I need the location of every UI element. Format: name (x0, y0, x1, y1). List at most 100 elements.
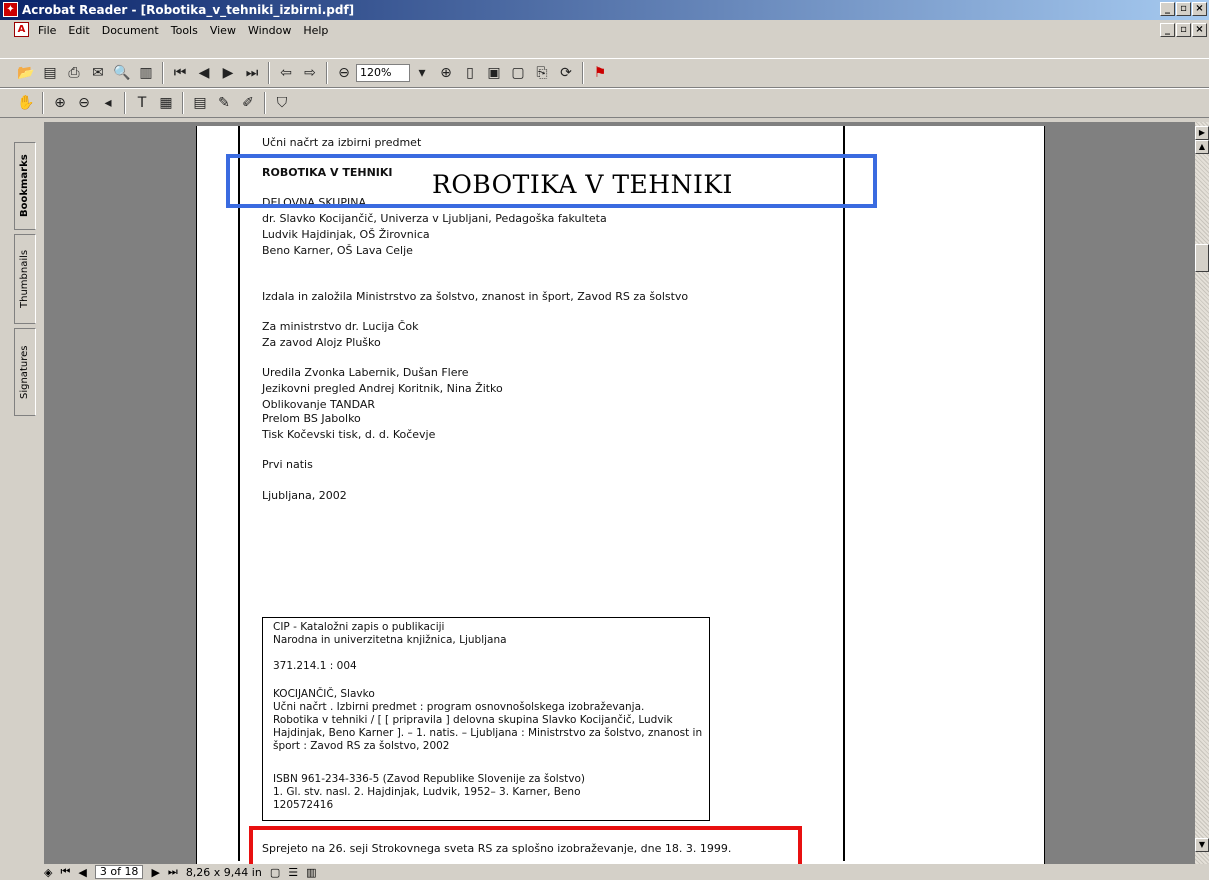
menu-file[interactable]: File (32, 24, 62, 37)
doc-header: Učni načrt za izbirni predmet (262, 136, 422, 149)
separator (42, 92, 44, 114)
edition-line: Prvi natis (262, 458, 313, 471)
doc-restore-button[interactable]: ▫ (1176, 23, 1191, 37)
credit-3: Oblikovanje TANDAR (262, 398, 376, 411)
cip-line: 371.214.1 : 004 (273, 660, 357, 672)
pencil-tool-icon[interactable]: ✎ (213, 92, 235, 114)
save-icon[interactable]: ▤ (39, 62, 61, 84)
cip-line: 1. Gl. stv. nasl. 2. Hajdinjak, Ludvik, … (273, 786, 581, 798)
last-page-icon[interactable]: ⏭ (168, 865, 178, 879)
single-page-icon[interactable]: ▢ (270, 866, 280, 879)
navigation-panel: Bookmarks Thumbnails Signatures (0, 122, 44, 864)
zoom-in-icon[interactable]: ⊕ (435, 62, 457, 84)
doc-minimize-button[interactable]: _ (1160, 23, 1175, 37)
main-toolbar: 📂 ▤ ⎙ ✉ 🔍 ▥ ⏮ ◀ ▶ ⏭ ⇦ ⇨ ⊖ 120% ▾ ⊕ ▯ ▣ ▢… (0, 58, 1209, 88)
menu-edit[interactable]: Edit (62, 24, 95, 37)
separator (326, 62, 328, 84)
zoom-level-field[interactable]: 120% (356, 64, 410, 82)
email-icon[interactable]: ✉ (87, 62, 109, 84)
separator (182, 92, 184, 114)
ministry-line: Za ministrstvo dr. Lucija Čok (262, 320, 419, 333)
cip-record-box: CIP - Kataložni zapis o publikaciji Naro… (262, 617, 710, 821)
credit-5: Tisk Kočevski tisk, d. d. Kočevje (262, 428, 436, 441)
hand-tool-icon[interactable]: ✋ (15, 92, 37, 114)
page-margin-line-left (238, 126, 240, 861)
credit-1: Uredila Zvonka Labernik, Dušan Flere (262, 366, 469, 379)
status-bar: ◈ ⏮ ◀ 3 of 18 ▶ ⏭ 8,26 x 9,44 in ▢ ☰ ▥ (0, 864, 1209, 880)
menu-view[interactable]: View (204, 24, 242, 37)
continuous-icon[interactable]: ☰ (288, 866, 298, 879)
place-date-line: Ljubljana, 2002 (262, 489, 347, 502)
last-page-icon[interactable]: ⏭ (241, 62, 263, 84)
scroll-up-icon[interactable]: ▲ (1195, 140, 1209, 154)
credit-2: Jezikovni pregled Andrej Koritnik, Nina … (262, 382, 503, 395)
publisher-line: Izdala in založila Ministrstvo za šolstv… (262, 290, 689, 303)
scroll-split-icon[interactable]: ▶ (1195, 126, 1209, 140)
graphics-select-icon[interactable]: ▦ (155, 92, 177, 114)
next-page-icon[interactable]: ▶ (151, 866, 159, 879)
menu-help[interactable]: Help (297, 24, 334, 37)
forward-icon[interactable]: ⇨ (299, 62, 321, 84)
fit-page-icon[interactable]: ▣ (483, 62, 505, 84)
scroll-down-icon[interactable]: ▼ (1195, 838, 1209, 852)
institute-line: Za zavod Alojz Pluško (262, 336, 381, 349)
close-button[interactable]: × (1192, 2, 1207, 16)
cip-line: Učni načrt . Izbirni predmet : program o… (273, 701, 645, 713)
menu-tools[interactable]: Tools (165, 24, 204, 37)
vertical-scrollbar[interactable]: ▶ ▲ ▼ (1195, 122, 1209, 864)
next-page-icon[interactable]: ▶ (217, 62, 239, 84)
cip-line: ISBN 961-234-336-5 (Zavod Republike Slov… (273, 773, 586, 785)
acrobat-online-icon[interactable]: ⚑ (589, 62, 611, 84)
highlight-tool-icon[interactable]: ✐ (237, 92, 259, 114)
member-3: Beno Karner, OŠ Lava Celje (262, 244, 413, 257)
page-margin-line-right (843, 126, 845, 861)
scroll-thumb[interactable] (1195, 244, 1209, 272)
reflow-icon[interactable]: ⎘ (531, 62, 553, 84)
cip-line: Hajdinjak, Beno Karner ]. – 1. natis. – … (273, 727, 703, 739)
minimize-button[interactable]: _ (1160, 2, 1175, 16)
menu-window[interactable]: Window (242, 24, 297, 37)
tab-bookmarks[interactable]: Bookmarks (14, 142, 36, 230)
first-page-icon[interactable]: ⏮ (60, 865, 70, 879)
previous-page-icon[interactable]: ◀ (193, 62, 215, 84)
first-page-icon[interactable]: ⏮ (169, 62, 191, 84)
doc-close-button[interactable]: × (1192, 23, 1207, 37)
page-number-field[interactable]: 3 of 18 (94, 865, 144, 879)
page-size-label: 8,26 x 9,44 in (185, 865, 262, 879)
back-icon[interactable]: ⇦ (275, 62, 297, 84)
separator (264, 92, 266, 114)
page-layout-toggle-icon[interactable]: ◈ (44, 866, 52, 879)
stamp-tool-icon[interactable]: ⛉ (271, 92, 293, 114)
zoom-in-tool-icon[interactable]: ⊕ (49, 92, 71, 114)
tab-signatures[interactable]: Signatures (14, 328, 36, 416)
rotate-icon[interactable]: ⟳ (555, 62, 577, 84)
search-icon[interactable]: 🔍 (111, 62, 133, 84)
separator (162, 62, 164, 84)
maximize-button[interactable]: ▫ (1176, 2, 1191, 16)
member-2: Ludvik Hajdinjak, OŠ Žirovnica (262, 228, 430, 241)
window-title: Acrobat Reader - [Robotika_v_tehniki_izb… (22, 3, 355, 17)
fit-width-icon[interactable]: ▢ (507, 62, 529, 84)
open-icon[interactable]: 📂 (15, 62, 37, 84)
print-icon[interactable]: ⎙ (63, 62, 85, 84)
note-tool-icon[interactable]: ▤ (189, 92, 211, 114)
zoom-tool-dropdown-icon[interactable]: ◂ (97, 92, 119, 114)
tab-thumbnails[interactable]: Thumbnails (14, 234, 36, 324)
previous-page-icon[interactable]: ◀ (78, 866, 86, 879)
zoom-out-tool-icon[interactable]: ⊖ (73, 92, 95, 114)
cip-line: KOCIJANČIČ, Slavko (273, 688, 375, 700)
zoom-out-icon[interactable]: ⊖ (333, 62, 355, 84)
separator (582, 62, 584, 84)
menu-document[interactable]: Document (96, 24, 165, 37)
separator (268, 62, 270, 84)
text-select-icon[interactable]: T (131, 92, 153, 114)
actual-size-icon[interactable]: ▯ (459, 62, 481, 84)
credit-4: Prelom BS Jabolko (262, 412, 361, 425)
member-1: dr. Slavko Kocijančič, Univerza v Ljublj… (262, 212, 607, 225)
menu-bar: A File Edit Document Tools View Window H… (0, 20, 1209, 40)
zoom-dropdown-icon[interactable]: ▾ (411, 62, 433, 84)
navigation-pane-icon[interactable]: ▥ (135, 62, 157, 84)
cip-line: šport : Zavod RS za šolstvo, 2002 (273, 740, 450, 752)
document-icon[interactable]: A (14, 22, 29, 37)
facing-pages-icon[interactable]: ▥ (306, 866, 316, 879)
